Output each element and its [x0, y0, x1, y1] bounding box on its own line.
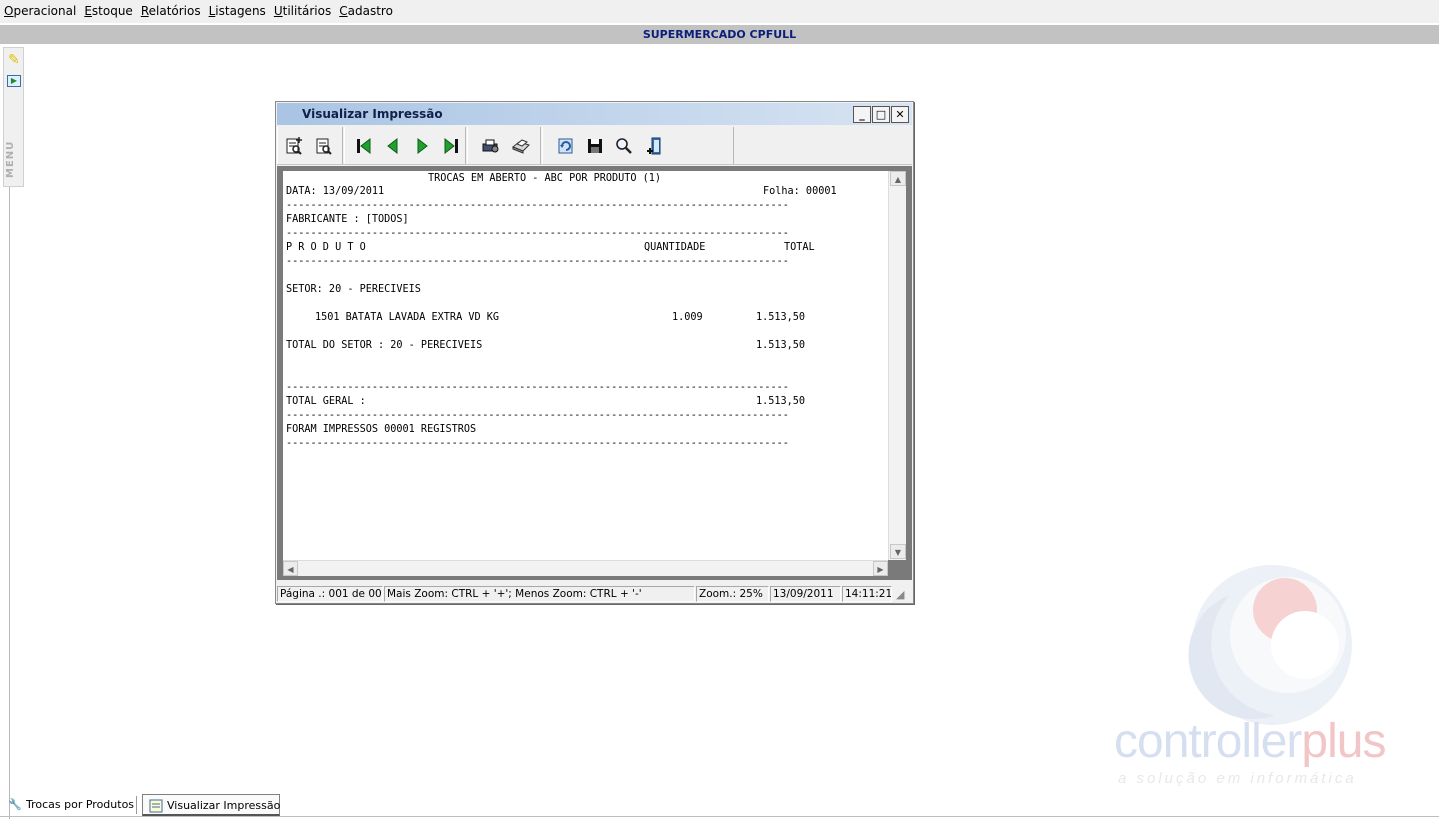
last-page-icon[interactable]: [440, 136, 462, 158]
close-button[interactable]: ✕: [891, 106, 909, 123]
report-page: TROCAS EM ABERTO - ABC POR PRODUTO (1) D…: [283, 171, 888, 560]
search-icon[interactable]: [613, 136, 635, 158]
status-bar: Página .: 001 de 001 Mais Zoom: CTRL + '…: [277, 585, 912, 603]
status-page: Página .: 001 de 001: [277, 586, 383, 602]
minimize-button[interactable]: _: [853, 106, 871, 123]
report-item-desc: 1501 BATATA LAVADA EXTRA VD KG: [315, 312, 500, 323]
report-item-qty: 1.009: [672, 312, 703, 323]
menu-operacional[interactable]: Operacional: [4, 0, 76, 23]
printer-setup-icon[interactable]: [480, 136, 502, 158]
report-records: FORAM IMPRESSOS 00001 REGISTROS: [286, 424, 477, 435]
report-grand-total-label: TOTAL GERAL :: [286, 396, 366, 407]
status-zoom: Zoom.: 25%: [696, 586, 769, 602]
previous-page-icon[interactable]: [382, 136, 404, 158]
report-separator: ----------------------------------------…: [286, 256, 789, 267]
toolbar-group-file: [542, 127, 734, 164]
report-sector-total-value: 1.513,50: [756, 340, 806, 351]
menu-estoque[interactable]: Estoque: [84, 0, 133, 23]
scroll-left-icon[interactable]: ◀: [283, 561, 298, 576]
tab-label: Visualizar Impressão: [167, 799, 281, 812]
report-separator: ----------------------------------------…: [286, 410, 789, 421]
resize-grip-icon[interactable]: ◢: [896, 588, 904, 601]
print-icon[interactable]: [510, 136, 532, 158]
scroll-down-icon[interactable]: ▼: [890, 544, 906, 559]
vertical-scrollbar[interactable]: ▲ ▼: [888, 171, 906, 560]
menu-vertical-label[interactable]: MENU: [5, 134, 23, 184]
window-title: Visualizar Impressão: [302, 107, 443, 121]
menu-relatorios[interactable]: Relatórios: [141, 0, 201, 23]
window-title-bar[interactable]: Visualizar Impressão _ □ ✕: [277, 103, 912, 125]
status-time: 14:11:21: [842, 586, 892, 602]
report-col-total: TOTAL: [784, 242, 815, 253]
expand-icon[interactable]: ▶: [7, 75, 21, 87]
exit-icon[interactable]: [643, 136, 665, 158]
zoom-in-page-icon[interactable]: [284, 136, 306, 158]
pin-icon[interactable]: ✎: [8, 52, 21, 68]
next-page-icon[interactable]: [411, 136, 433, 158]
toolbar-group-print: [467, 127, 541, 164]
report-separator: ----------------------------------------…: [286, 438, 789, 449]
report-separator: ----------------------------------------…: [286, 382, 789, 393]
preview-area: TROCAS EM ABERTO - ABC POR PRODUTO (1) D…: [277, 166, 912, 580]
horizontal-scrollbar[interactable]: ◀ ▶: [283, 560, 888, 576]
tab-label: Trocas por Produtos: [26, 798, 135, 811]
window-tabs: 🔧 Trocas por Produtos Visualizar Impress…: [0, 792, 1439, 819]
bottom-border: [0, 816, 1439, 817]
company-logo: controllerplus a solução em informática: [1110, 565, 1439, 795]
status-date: 13/09/2011: [770, 586, 841, 602]
zoom-out-page-icon[interactable]: [314, 136, 336, 158]
menu-bar: Operacional Estoque Relatórios Listagens…: [0, 0, 1439, 23]
report-sector-total-label: TOTAL DO SETOR : 20 - PERECIVEIS: [286, 340, 483, 351]
report-separator: ----------------------------------------…: [286, 200, 789, 211]
logo-wordmark: controllerplus: [1114, 715, 1386, 768]
scroll-up-icon[interactable]: ▲: [890, 171, 906, 186]
left-menu-strip[interactable]: ✎ ▶ MENU: [3, 47, 24, 187]
menu-utilitarios[interactable]: Utilitários: [274, 0, 331, 23]
report-col-product: P R O D U T O: [286, 242, 366, 253]
wrench-icon: 🔧: [8, 798, 22, 811]
save-icon[interactable]: [584, 136, 606, 158]
report-title: TROCAS EM ABERTO - ABC POR PRODUTO (1): [428, 173, 662, 184]
left-menu: ✎ ▶ MENU: [3, 47, 24, 819]
menu-listagens[interactable]: Listagens: [209, 0, 266, 23]
app-title-bar: SUPERMERCADO CPFULL: [0, 25, 1439, 44]
report-grand-total-value: 1.513,50: [756, 396, 806, 407]
print-preview-window: Visualizar Impressão _ □ ✕ TROCAS EM ABE…: [275, 101, 914, 604]
status-zoom-hint: Mais Zoom: CTRL + '+'; Menos Zoom: CTRL …: [384, 586, 695, 602]
logo-emblem-icon: [1188, 565, 1352, 725]
preview-toolbar: [277, 126, 912, 165]
report-icon: [149, 799, 163, 813]
report-item-total: 1.513,50: [756, 312, 806, 323]
refresh-icon[interactable]: [555, 136, 577, 158]
scroll-right-icon[interactable]: ▶: [873, 561, 888, 576]
left-menu-divider: [9, 187, 10, 819]
maximize-button[interactable]: □: [872, 106, 890, 123]
tab-divider: [136, 796, 137, 814]
tab-trocas-por-produtos[interactable]: 🔧 Trocas por Produtos: [2, 794, 134, 816]
report-separator: ----------------------------------------…: [286, 228, 789, 239]
menu-cadastro[interactable]: Cadastro: [339, 0, 393, 23]
report-date: DATA: 13/09/2011: [286, 186, 385, 197]
tab-visualizar-impressao[interactable]: Visualizar Impressão: [142, 794, 280, 816]
logo-tagline: a solução em informática: [1118, 770, 1357, 787]
toolbar-group-zoom: [277, 127, 343, 164]
report-col-qty: QUANTIDADE: [644, 242, 706, 253]
report-fabricante: FABRICANTE : [TODOS]: [286, 214, 409, 225]
first-page-icon[interactable]: [353, 136, 375, 158]
toolbar-group-navigation: [344, 127, 466, 164]
report-sheet: Folha: 00001: [763, 186, 837, 197]
report-sector: SETOR: 20 - PERECIVEIS: [286, 284, 421, 295]
